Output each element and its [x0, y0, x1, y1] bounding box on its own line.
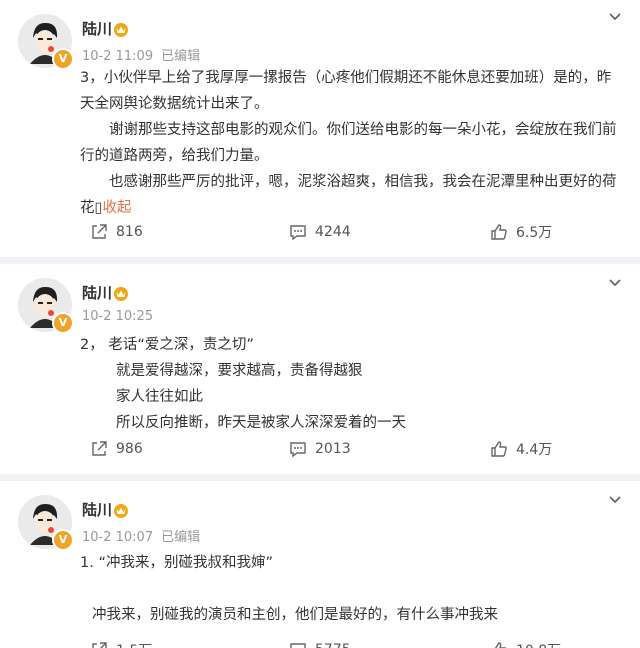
edited-label[interactable]: 已编辑	[161, 530, 200, 545]
comment-count: 5775	[315, 642, 351, 648]
comment-count: 4244	[315, 224, 351, 240]
collapse-link[interactable]: 收起	[102, 200, 131, 216]
post-paragraph: 就是爱得越深，要求越高，责备得越狠	[116, 363, 363, 379]
post-meta: 10-2 11:09 已编辑	[82, 45, 200, 64]
verified-badge: V	[52, 312, 74, 334]
crown-icon	[114, 504, 128, 518]
post-paragraph: 也感谢那些严厉的批评，嗯，泥浆浴超爽，相信我，我会在泥潭里种出更好的荷花▯收起	[80, 169, 620, 221]
post-meta: 10-2 10:25	[82, 309, 153, 324]
post-time[interactable]: 10-2 11:09	[82, 49, 153, 64]
author-name[interactable]: 陆川	[82, 18, 112, 39]
post-text: 1. “冲我来，别碰我叔和我婶” 冲我来，别碰我的演员和主创，他们是最好的，有什…	[80, 550, 620, 628]
like-button[interactable]: 4.4万	[490, 437, 552, 461]
author-name[interactable]: 陆川	[82, 499, 112, 520]
like-icon	[491, 441, 507, 457]
post-card: V 陆川 10-2 11:09 已编辑 3，小伙伴早上给了我厚厚一摞报告（心疼他们…	[0, 0, 640, 257]
action-bar: 1.5万 5775 10.8万	[0, 638, 640, 648]
verified-badge: V	[52, 48, 74, 70]
more-chevron-icon[interactable]	[608, 12, 622, 22]
crown-icon	[114, 23, 128, 37]
post-paragraph: 家人往往如此	[116, 389, 203, 405]
like-count: 6.5万	[516, 225, 553, 241]
post-meta: 10-2 10:07 已编辑	[82, 526, 200, 545]
repost-icon	[92, 642, 107, 648]
post-paragraph: 谢谢那些支持这部电影的观众们。你们送给电影的每一朵小花，会绽放在我们前行的道路两…	[80, 122, 617, 164]
action-bar: 816 4244 6.5万	[0, 220, 640, 244]
comment-icon	[290, 442, 306, 458]
comment-button[interactable]: 5775	[289, 638, 351, 648]
post-text: 3，小伙伴早上给了我厚厚一摞报告（心疼他们假期还不能休息还要加班）是的，昨天全网…	[80, 65, 620, 221]
repost-count: 816	[116, 224, 143, 240]
comment-button[interactable]: 4244	[289, 220, 351, 244]
repost-count: 1.5万	[116, 640, 152, 648]
like-count: 4.4万	[516, 442, 553, 458]
like-count: 10.8万	[516, 640, 561, 648]
repost-count: 986	[116, 441, 143, 457]
post-card: V 陆川 10-2 10:07 已编辑 1. “冲我来，别碰我叔和我婶” 冲我来，…	[0, 481, 640, 648]
like-button[interactable]: 6.5万	[490, 220, 552, 244]
repost-button[interactable]: 1.5万	[90, 638, 152, 648]
more-chevron-icon[interactable]	[608, 278, 622, 288]
like-icon	[491, 224, 507, 240]
like-icon	[494, 642, 507, 648]
comment-button[interactable]: 2013	[289, 437, 351, 461]
more-chevron-icon[interactable]	[608, 495, 622, 505]
post-paragraph: 3，小伙伴早上给了我厚厚一摞报告（心疼他们假期还不能休息还要加班）是的，昨天全网…	[80, 70, 612, 112]
repost-icon	[92, 441, 107, 456]
like-button[interactable]: 10.8万	[490, 638, 561, 648]
comment-icon	[290, 643, 306, 648]
verified-badge: V	[52, 529, 74, 551]
repost-button[interactable]: 986	[90, 437, 143, 461]
post-paragraph: 1. “冲我来，别碰我叔和我婶”	[80, 555, 273, 571]
repost-button[interactable]: 816	[90, 220, 143, 244]
edited-label[interactable]: 已编辑	[161, 49, 200, 64]
author-name[interactable]: 陆川	[82, 282, 112, 303]
repost-icon	[92, 224, 107, 239]
comment-icon	[290, 225, 306, 241]
action-bar: 986 2013 4.4万	[0, 437, 640, 461]
comment-count: 2013	[315, 441, 351, 457]
post-card: V 陆川 10-2 10:25 2， 老话“爱之深，责之切” 就是爱得越深，要求…	[0, 264, 640, 474]
post-paragraph: 所以反向推断，昨天是被家人深深爱着的一天	[116, 415, 406, 431]
post-paragraph: 2， 老话“爱之深，责之切”	[80, 337, 254, 353]
post-paragraph: 冲我来，别碰我的演员和主创，他们是最好的，有什么事冲我来	[92, 607, 498, 623]
crown-icon	[114, 287, 128, 301]
post-time[interactable]: 10-2 10:25	[82, 309, 153, 324]
post-time[interactable]: 10-2 10:07	[82, 530, 153, 545]
post-text: 2， 老话“爱之深，责之切” 就是爱得越深，要求越高，责备得越狠 家人往往如此 …	[80, 332, 620, 436]
post-paragraph-text: 也感谢那些严厉的批评，嗯，泥浆浴超爽，相信我，我会在泥潭里种出更好的荷花	[80, 174, 617, 216]
